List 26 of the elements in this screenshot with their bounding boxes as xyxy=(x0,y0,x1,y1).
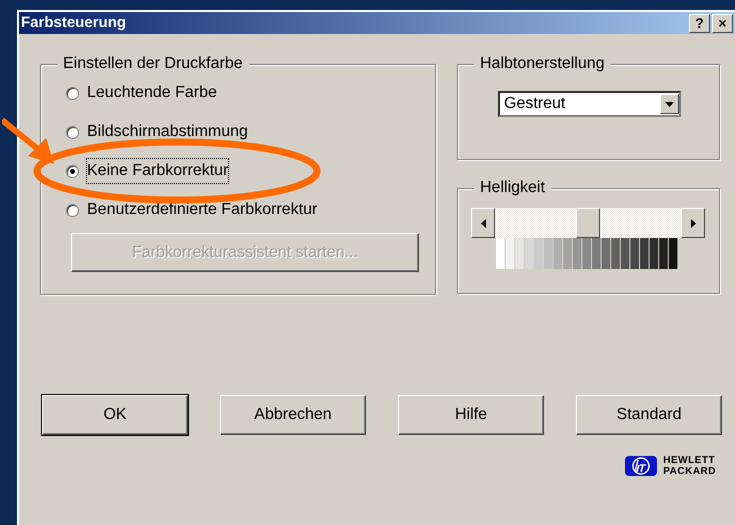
annotation-arrow xyxy=(2,118,54,164)
group-label: Helligkeit xyxy=(474,178,551,198)
radio-button[interactable] xyxy=(66,86,79,100)
radio-label[interactable]: Leuchtende Farbe xyxy=(87,81,217,105)
close-button[interactable]: × xyxy=(712,14,733,32)
window-title: Farbsteuerung xyxy=(21,12,128,33)
right-arrow-icon xyxy=(690,218,696,228)
radio-button[interactable] xyxy=(66,126,79,138)
dialog-button[interactable]: OK xyxy=(42,395,188,435)
radio-label[interactable]: Keine Farbkorrektur xyxy=(87,159,228,183)
help-button[interactable]: ? xyxy=(689,14,710,32)
dialog-button[interactable]: Hilfe xyxy=(398,395,544,435)
dropdown[interactable]: Gestreut xyxy=(498,91,681,117)
dropdown-arrow-icon xyxy=(665,102,674,106)
group-label: Halbtonerstellung xyxy=(474,54,611,74)
left-arrow-icon xyxy=(480,218,486,228)
dialog-button[interactable]: Abbrechen xyxy=(220,395,366,435)
radio-button[interactable] xyxy=(66,204,79,216)
logo-text: PACKARD xyxy=(663,466,716,477)
logo-text: HEWLETT xyxy=(663,455,716,466)
logo-icon xyxy=(625,456,658,476)
radio-button[interactable] xyxy=(66,164,79,178)
radio-label[interactable]: Bildschirmabstimmung xyxy=(87,120,248,144)
dialog-button[interactable]: Standard xyxy=(576,395,722,435)
radio-label[interactable]: Benutzerdefinierte Farbkorrektur xyxy=(87,198,318,222)
slider-thumb[interactable] xyxy=(576,208,600,238)
